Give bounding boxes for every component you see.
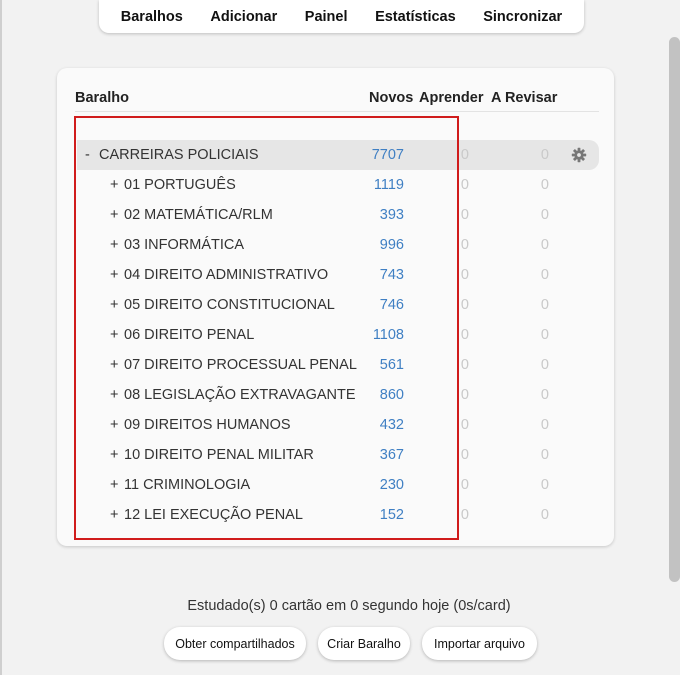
new-count: 860: [379, 387, 404, 403]
create-deck-button[interactable]: Criar Baralho: [318, 627, 410, 660]
deck-name[interactable]: 05 DIREITO CONSTITUCIONAL: [124, 297, 335, 313]
deck-name[interactable]: 11 CRIMINOLOGIA: [124, 477, 250, 493]
deck-name[interactable]: 10 DIREITO PENAL MILITAR: [124, 447, 314, 463]
review-count: 0: [540, 327, 549, 343]
learn-count: 0: [460, 387, 469, 403]
review-count: 0: [540, 507, 549, 523]
deck-name[interactable]: CARREIRAS POLICIAIS: [99, 147, 259, 163]
nav-sync[interactable]: Sincronizar: [483, 9, 562, 25]
deck-row[interactable]: + 01 PORTUGUÊS 1119 0 0: [77, 170, 599, 200]
deck-row[interactable]: + 09 DIREITOS HUMANOS 432 0 0: [77, 410, 599, 440]
deck-name[interactable]: 01 PORTUGUÊS: [124, 177, 236, 193]
new-count: 746: [379, 297, 404, 313]
deck-row[interactable]: + 08 LEGISLAÇÃO EXTRAVAGANTE 860 0 0: [77, 380, 599, 410]
review-count: 0: [540, 387, 549, 403]
nav-statistics[interactable]: Estatísticas: [375, 9, 456, 25]
expand-toggle[interactable]: +: [110, 477, 118, 493]
expand-toggle[interactable]: +: [110, 207, 118, 223]
review-count: 0: [540, 177, 549, 193]
expand-toggle[interactable]: +: [110, 447, 118, 463]
expand-toggle[interactable]: +: [110, 237, 118, 253]
expand-toggle[interactable]: +: [110, 357, 118, 373]
deck-list-panel: Baralho Novos Aprender A Revisar - CARRE…: [57, 68, 614, 546]
review-count: 0: [540, 237, 549, 253]
learn-count: 0: [460, 237, 469, 253]
header-review: A Revisar: [491, 90, 558, 106]
expand-toggle[interactable]: +: [110, 507, 118, 523]
new-count: 367: [379, 447, 404, 463]
deck-name[interactable]: 08 LEGISLAÇÃO EXTRAVAGANTE: [124, 387, 356, 403]
learn-count: 0: [460, 507, 469, 523]
header-divider: [75, 111, 599, 112]
expand-toggle[interactable]: +: [110, 327, 118, 343]
review-count: 0: [540, 477, 549, 493]
new-count: 561: [379, 357, 404, 373]
new-count: 7707: [371, 147, 404, 163]
get-shared-button[interactable]: Obter compartilhados: [164, 627, 306, 660]
learn-count: 0: [460, 327, 469, 343]
deck-name[interactable]: 03 INFORMÁTICA: [124, 237, 244, 253]
learn-count: 0: [460, 447, 469, 463]
review-count: 0: [540, 147, 549, 163]
deck-name[interactable]: 07 DIREITO PROCESSUAL PENAL: [124, 357, 357, 373]
deck-row[interactable]: + 11 CRIMINOLOGIA 230 0 0: [77, 470, 599, 500]
deck-row[interactable]: + 02 MATEMÁTICA/RLM 393 0 0: [77, 200, 599, 230]
nav-decks[interactable]: Baralhos: [121, 9, 183, 25]
scrollbar[interactable]: [669, 37, 680, 582]
review-count: 0: [540, 417, 549, 433]
review-count: 0: [540, 207, 549, 223]
new-count: 1119: [373, 177, 404, 193]
review-count: 0: [540, 447, 549, 463]
expand-toggle[interactable]: +: [110, 177, 118, 193]
new-count: 393: [379, 207, 404, 223]
deck-row[interactable]: + 06 DIREITO PENAL 1108 0 0: [77, 320, 599, 350]
new-count: 230: [379, 477, 404, 493]
deck-row[interactable]: + 03 INFORMÁTICA 996 0 0: [77, 230, 599, 260]
header-new: Novos: [369, 90, 414, 106]
deck-name[interactable]: 06 DIREITO PENAL: [124, 327, 254, 343]
collapse-toggle[interactable]: -: [85, 147, 90, 163]
top-navigation: Baralhos Adicionar Painel Estatísticas S…: [99, 0, 584, 33]
learn-count: 0: [460, 267, 469, 283]
learn-count: 0: [460, 477, 469, 493]
learn-count: 0: [460, 297, 469, 313]
expand-toggle[interactable]: +: [110, 297, 118, 313]
deck-row[interactable]: + 05 DIREITO CONSTITUCIONAL 746 0 0: [77, 290, 599, 320]
expand-toggle[interactable]: +: [110, 267, 118, 283]
new-count: 152: [379, 507, 404, 523]
new-count: 1108: [372, 327, 404, 343]
gear-icon[interactable]: [571, 147, 587, 163]
header-deck: Baralho: [75, 90, 129, 106]
review-count: 0: [540, 297, 549, 313]
learn-count: 0: [460, 147, 469, 163]
learn-count: 0: [460, 357, 469, 373]
deck-name[interactable]: 02 MATEMÁTICA/RLM: [124, 207, 273, 223]
review-count: 0: [540, 267, 549, 283]
new-count: 996: [379, 237, 404, 253]
import-file-button[interactable]: Importar arquivo: [422, 627, 537, 660]
new-count: 743: [379, 267, 404, 283]
deck-row[interactable]: + 12 LEI EXECUÇÃO PENAL 152 0 0: [77, 500, 599, 530]
deck-row[interactable]: + 10 DIREITO PENAL MILITAR 367 0 0: [77, 440, 599, 470]
deck-name[interactable]: 09 DIREITOS HUMANOS: [124, 417, 291, 433]
new-count: 432: [379, 417, 404, 433]
header-learn: Aprender: [419, 90, 484, 106]
learn-count: 0: [460, 207, 469, 223]
expand-toggle[interactable]: +: [110, 417, 118, 433]
deck-row[interactable]: + 04 DIREITO ADMINISTRATIVO 743 0 0: [77, 260, 599, 290]
nav-dashboard[interactable]: Painel: [305, 9, 348, 25]
deck-name[interactable]: 04 DIREITO ADMINISTRATIVO: [124, 267, 328, 283]
deck-row[interactable]: + 07 DIREITO PROCESSUAL PENAL 561 0 0: [77, 350, 599, 380]
review-count: 0: [540, 357, 549, 373]
studied-today-text: Estudado(s) 0 cartão em 0 segundo hoje (…: [187, 598, 511, 614]
learn-count: 0: [460, 177, 469, 193]
deck-name[interactable]: 12 LEI EXECUÇÃO PENAL: [124, 507, 303, 523]
expand-toggle[interactable]: +: [110, 387, 118, 403]
deck-row-root[interactable]: - CARREIRAS POLICIAIS 7707 0 0: [77, 140, 599, 170]
learn-count: 0: [460, 417, 469, 433]
window-left-edge: [0, 0, 2, 675]
nav-add[interactable]: Adicionar: [210, 9, 277, 25]
